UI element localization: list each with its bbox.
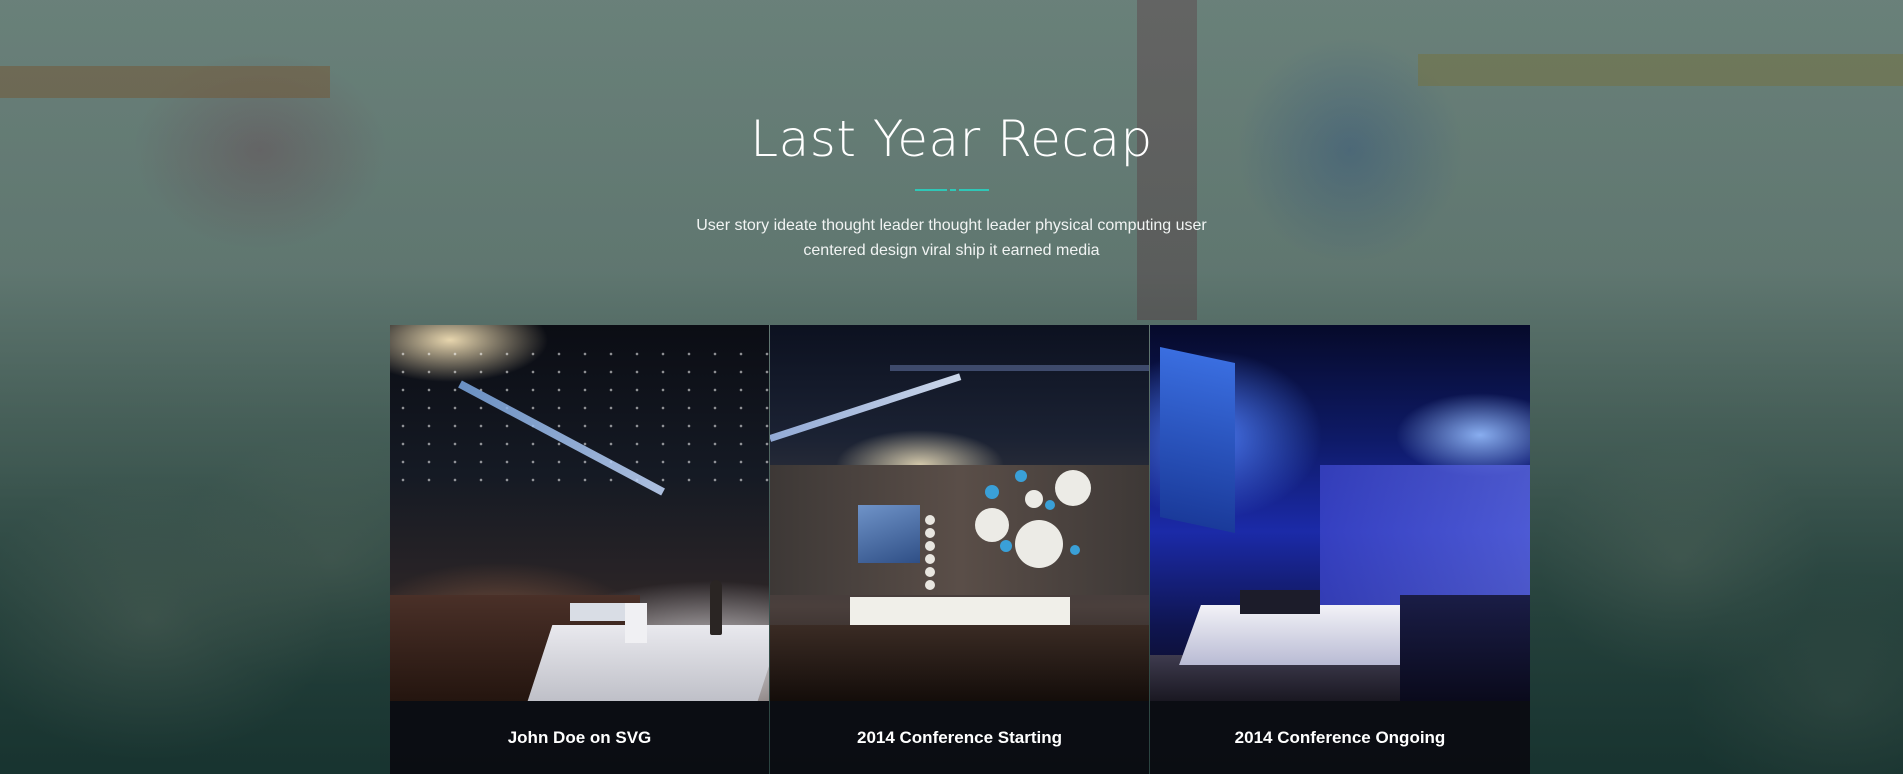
gallery-caption[interactable]: 2014 Conference Ongoing bbox=[1150, 701, 1530, 774]
gallery-item[interactable]: 2014 Conference Starting bbox=[770, 325, 1150, 774]
conference-speaker-photo[interactable] bbox=[390, 325, 769, 701]
gallery-item[interactable]: 2014 Conference Ongoing bbox=[1150, 325, 1530, 774]
section-title: Last Year Recap bbox=[750, 110, 1153, 168]
recap-gallery: John Doe on SVG 2014 Conference Starting… bbox=[390, 325, 1530, 774]
conference-blue-stage-photo[interactable] bbox=[1150, 325, 1530, 701]
gallery-caption[interactable]: John Doe on SVG bbox=[390, 701, 769, 774]
conference-panel-photo[interactable] bbox=[770, 325, 1149, 701]
title-divider bbox=[914, 189, 989, 191]
section-subtitle: User story ideate thought leader thought… bbox=[696, 217, 1207, 259]
gallery-caption[interactable]: 2014 Conference Starting bbox=[770, 701, 1149, 774]
gallery-item[interactable]: John Doe on SVG bbox=[390, 325, 770, 774]
recap-section: Last Year Recap User story ideate though… bbox=[0, 0, 1903, 774]
